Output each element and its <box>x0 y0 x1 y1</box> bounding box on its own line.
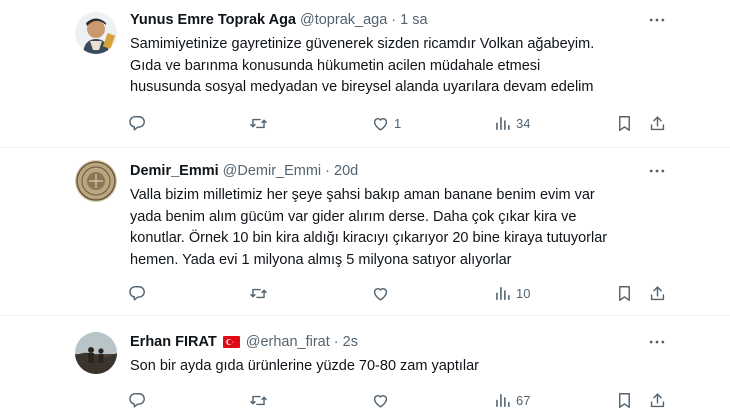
like-button[interactable] <box>371 388 390 412</box>
tweet-item[interactable]: Demir_Emmi @Demir_Emmi · 20d Valla bizim… <box>0 148 730 316</box>
tweet-text-line: hususunda sosyal medyadan ve bireysel al… <box>130 79 594 95</box>
heart-icon <box>373 287 388 301</box>
avatar[interactable] <box>75 332 117 374</box>
bookmark-icon <box>619 115 630 131</box>
retweet-button[interactable] <box>249 388 268 412</box>
view-count: 10 <box>516 285 531 301</box>
retweet-button[interactable] <box>249 111 268 135</box>
tweet-item[interactable]: Erhan FIRAT @erhan_firat · 2s Son bir ay… <box>0 316 730 420</box>
share-icon <box>650 115 665 130</box>
bookmark-button[interactable] <box>615 111 634 135</box>
tweet-header: Demir_Emmi @Demir_Emmi · 20d <box>130 162 358 180</box>
share-icon <box>650 285 665 300</box>
view-count: 67 <box>516 392 531 408</box>
tweet-header: Erhan FIRAT @erhan_firat · 2s <box>130 333 358 351</box>
retweet-button[interactable] <box>249 281 268 305</box>
turkey-flag-icon <box>222 336 240 348</box>
tweet-text-line: Gıda ve barınma konusunda hükumetin acil… <box>130 57 541 74</box>
avatar[interactable] <box>75 160 117 202</box>
separator-dot: · <box>325 163 330 179</box>
tweet-text: Valla bizim milletimiz her şeye şahsi ba… <box>130 185 670 271</box>
tweet-time[interactable]: 2s <box>343 333 358 351</box>
share-button[interactable] <box>648 281 667 305</box>
tweet-feed: Yunus Emre Toprak Aga @toprak_aga · 1 sa… <box>0 0 730 420</box>
tweet-text-line: hemen. Yada evi 1 milyona almış 5 milyon… <box>130 251 512 268</box>
more-icon[interactable] <box>646 333 668 351</box>
views-icon <box>496 393 510 407</box>
views-button[interactable]: 67 <box>493 388 530 412</box>
tweet-actions: 1 34 <box>0 111 730 135</box>
tweet-time[interactable]: 20d <box>334 162 358 180</box>
views-button[interactable]: 34 <box>493 111 530 135</box>
tweet-actions: 10 <box>0 281 730 305</box>
like-button[interactable]: 1 <box>371 111 401 135</box>
retweet-icon <box>250 288 267 298</box>
author-handle[interactable]: @toprak_aga <box>300 11 387 29</box>
bookmark-button[interactable] <box>615 281 634 305</box>
more-icon[interactable] <box>646 11 668 29</box>
view-count: 34 <box>516 115 531 131</box>
share-icon <box>650 392 665 407</box>
like-count: 1 <box>394 115 402 131</box>
separator-dot: · <box>333 334 339 350</box>
tweet-text-line: yada benim alım gücüm var gider alırım d… <box>130 208 577 225</box>
views-button[interactable]: 10 <box>493 281 530 305</box>
tweet-text-line: konutlar. Örnek 10 bin kira aldığı kirac… <box>130 230 608 246</box>
heart-icon <box>373 394 388 408</box>
reply-button[interactable] <box>128 281 147 305</box>
author-name[interactable]: Erhan FIRAT <box>130 333 217 351</box>
author-name[interactable]: Demir_Emmi <box>130 162 219 180</box>
share-button[interactable] <box>648 111 667 135</box>
more-icon[interactable] <box>646 162 668 180</box>
author-handle[interactable]: @erhan_firat <box>246 333 330 351</box>
reply-button[interactable] <box>128 388 147 412</box>
tweet-header: Yunus Emre Toprak Aga @toprak_aga · 1 sa <box>130 11 428 29</box>
tweet-item[interactable]: Yunus Emre Toprak Aga @toprak_aga · 1 sa… <box>0 0 730 148</box>
views-icon <box>496 116 510 130</box>
tweet-actions: 67 <box>0 388 730 412</box>
heart-icon <box>373 117 388 131</box>
reply-icon <box>129 392 145 408</box>
tweet-text: Samimiyetinize gayretinize güvenerek siz… <box>130 34 670 99</box>
reply-icon <box>129 285 145 301</box>
tweet-text-line: Valla bizim milletimiz her şeye şahsi ba… <box>130 187 595 203</box>
tweet-text-line: Samimiyetinize gayretinize güvenerek siz… <box>130 36 595 52</box>
author-name[interactable]: Yunus Emre Toprak Aga <box>130 11 296 29</box>
separator-dot: · <box>391 12 397 28</box>
views-icon <box>496 286 510 300</box>
like-button[interactable] <box>371 281 390 305</box>
bookmark-button[interactable] <box>615 388 634 412</box>
retweet-icon <box>250 118 267 128</box>
tweet-text: Son bir ayda gıda ürünlerine yüzde 70-80… <box>130 356 670 378</box>
author-handle[interactable]: @Demir_Emmi <box>223 162 322 180</box>
reply-icon <box>129 115 145 131</box>
retweet-icon <box>250 395 267 405</box>
bookmark-icon <box>619 392 630 408</box>
bookmark-icon <box>619 285 630 301</box>
share-button[interactable] <box>648 388 667 412</box>
tweet-text-line: Son bir ayda gıda ürünlerine yüzde 70-80… <box>130 358 480 374</box>
reply-button[interactable] <box>128 111 147 135</box>
avatar[interactable] <box>75 12 117 54</box>
tweet-time[interactable]: 1 sa <box>400 11 427 29</box>
